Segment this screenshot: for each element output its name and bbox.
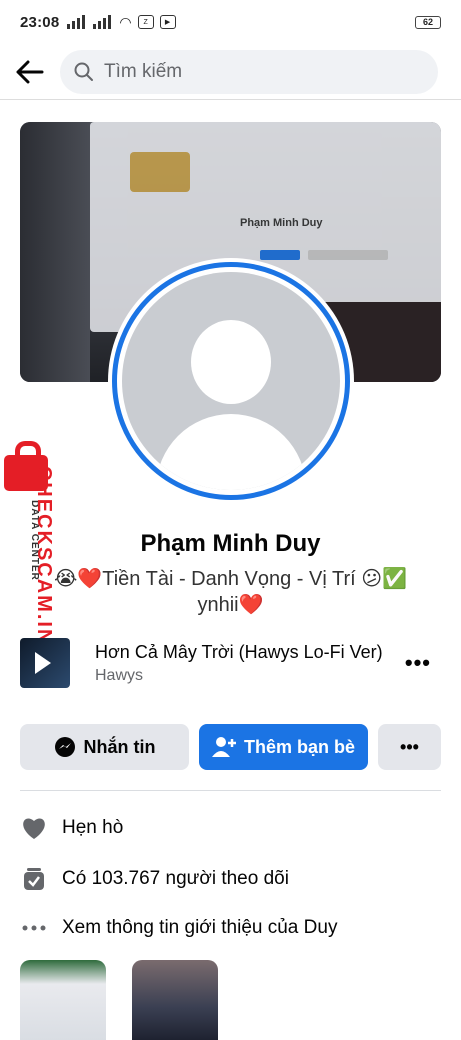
add-friend-label: Thêm bạn bè <box>243 736 355 757</box>
dating-row[interactable]: Hẹn hò <box>20 814 441 842</box>
avatar-placeholder <box>122 272 340 490</box>
music-thumbnail[interactable] <box>20 638 70 688</box>
followers-row[interactable]: Có 103.767 người theo dõi <box>20 865 441 893</box>
avatar-head <box>191 320 271 404</box>
app-icon: ▶ <box>159 15 176 29</box>
about-label: Xem thông tin giới thiệu của Duy <box>62 917 338 938</box>
profile-music[interactable]: Hơn Cả Mây Trời (Hawys Lo-Fi Ver) Hawys … <box>20 636 441 690</box>
about-row[interactable]: Xem thông tin giới thiệu của Duy <box>20 914 441 942</box>
status-bar: 23:08 ◠ Z ▶ 62 <box>0 0 461 44</box>
bio-line-1: 😭❤️Tiền Tài - Danh Vọng - Vị Trí 😕✅ <box>53 568 408 590</box>
add-friend-icon <box>211 737 236 757</box>
music-more-button[interactable]: ••• <box>405 650 431 676</box>
music-song: Hơn Cả Mây Trời (Hawys Lo-Fi Ver) <box>95 641 383 662</box>
heart-icon <box>20 814 48 842</box>
search-icon <box>74 62 93 81</box>
back-arrow-icon[interactable] <box>0 44 60 100</box>
signal-icon-2 <box>93 15 112 29</box>
cover-decor <box>20 122 90 382</box>
profile-avatar[interactable] <box>108 258 354 504</box>
messenger-icon <box>54 737 75 757</box>
message-button[interactable]: Nhắn tin <box>20 724 189 770</box>
top-bar: Tìm kiếm <box>0 44 461 100</box>
followers-icon <box>20 865 48 893</box>
status-time: 23:08 <box>20 13 60 31</box>
photo-strip <box>20 960 218 1040</box>
divider <box>20 790 441 791</box>
music-artist: Hawys <box>95 666 144 684</box>
search-input[interactable]: Tìm kiếm <box>60 49 438 94</box>
signal-icon <box>67 15 86 29</box>
cover-bar <box>260 250 300 260</box>
add-friend-button[interactable]: Thêm bạn bè <box>199 724 368 770</box>
battery-icon: 62 <box>415 15 441 29</box>
search-placeholder: Tìm kiếm <box>104 60 183 82</box>
bio-line-2: ynhii❤️ <box>197 594 264 616</box>
play-icon <box>35 652 51 674</box>
story-ring <box>112 262 350 500</box>
photo-thumbnail[interactable] <box>20 960 106 1040</box>
wifi-icon: ◠ <box>119 13 132 30</box>
more-dots-icon <box>20 914 48 942</box>
profile-bio: 😭❤️Tiền Tài - Danh Vọng - Vị Trí 😕✅ ynhi… <box>40 566 421 618</box>
message-label: Nhắn tin <box>83 736 156 757</box>
action-buttons: Nhắn tin Thêm bạn bè ••• <box>20 724 441 770</box>
cover-bar-2 <box>308 250 388 260</box>
zalo-icon: Z <box>137 15 154 29</box>
photo-thumbnail[interactable] <box>132 960 218 1040</box>
avatar-body <box>156 414 306 490</box>
cover-thumb <box>130 152 190 192</box>
dating-label: Hẹn hò <box>62 817 124 838</box>
profile-name: Phạm Minh Duy <box>140 530 321 557</box>
music-meta: Hơn Cả Mây Trời (Hawys Lo-Fi Ver) Hawys <box>95 642 405 685</box>
followers-label: Có 103.767 người theo dõi <box>62 868 289 889</box>
cover-title: Phạm Minh Duy <box>240 217 323 229</box>
more-actions-button[interactable]: ••• <box>378 724 441 770</box>
